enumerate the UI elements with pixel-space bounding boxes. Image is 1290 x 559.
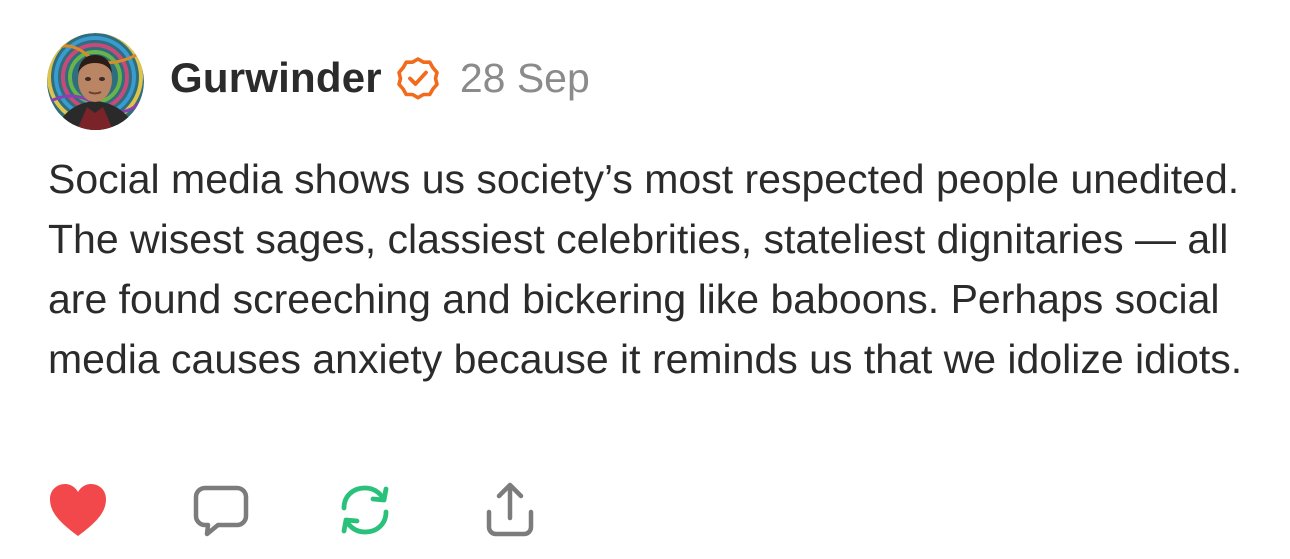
avatar[interactable] [47,33,144,130]
repost-button[interactable] [333,478,397,542]
post-header: Gurwinder 28 Sep [170,52,590,104]
verified-badge-icon [396,56,440,100]
comment-bubble-icon [193,485,249,537]
post-body: Social media shows us society’s most res… [48,156,1243,382]
reply-button[interactable] [189,478,253,542]
share-upload-icon [486,482,534,537]
action-bar [0,478,1290,548]
like-button[interactable] [46,478,110,542]
author-name[interactable]: Gurwinder [170,54,382,102]
heart-icon [50,484,106,536]
post-card: Gurwinder 28 Sep Social media shows us s… [0,0,1290,559]
share-button[interactable] [478,478,542,542]
repost-arrows-icon [341,485,389,535]
post-date[interactable]: 28 Sep [460,55,590,102]
